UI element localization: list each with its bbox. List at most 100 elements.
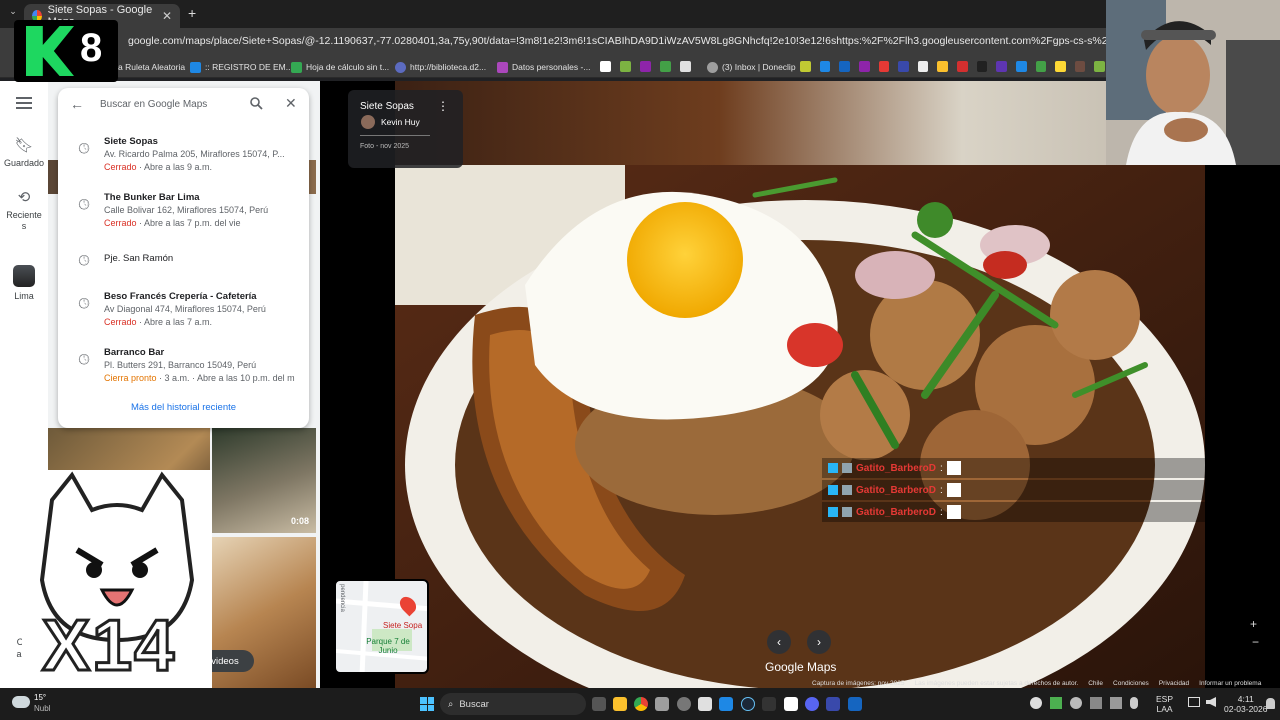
photo-top-strip — [395, 81, 1205, 165]
tray-icon[interactable] — [1030, 697, 1042, 709]
app-icon[interactable] — [719, 697, 733, 711]
url-field[interactable]: google.com/maps/place/Siete+Sopas/@-12.1… — [128, 35, 1108, 51]
bookmark-icon[interactable] — [1074, 61, 1086, 72]
bookmark-icon[interactable] — [660, 61, 671, 72]
bookmark-icon[interactable] — [640, 61, 651, 72]
bookmark-icon[interactable] — [976, 61, 988, 72]
bookmark-icon[interactable] — [937, 61, 948, 72]
prev-photo-button[interactable]: ‹ — [767, 630, 791, 654]
combo-counter: X14 — [40, 606, 177, 686]
app-icon[interactable] — [805, 697, 819, 711]
chat-line: Gatito_BarberoD : — [822, 480, 1205, 500]
tab-list-button[interactable]: ⌄ — [6, 6, 20, 20]
bookmark-icon[interactable] — [1015, 61, 1027, 72]
rail-recent[interactable]: ⟲ Reciente s — [0, 188, 48, 232]
minimap-street-label: pendencia — [338, 584, 345, 612]
more-options-icon[interactable]: ⋮ — [437, 99, 449, 113]
app-icon[interactable] — [848, 697, 862, 711]
bookmark-datos[interactable]: Datos personales -... — [497, 60, 590, 74]
clock-icon: 🕓︎ — [78, 252, 90, 268]
bookmark-icons-right[interactable] — [800, 61, 1105, 73]
bookmark-icon[interactable] — [898, 61, 909, 72]
system-icons[interactable] — [1188, 697, 1224, 711]
k8-logo: 8 — [14, 20, 118, 82]
bookmark-icon[interactable] — [1055, 61, 1066, 72]
bookmark-icon[interactable] — [600, 61, 611, 72]
search-icon[interactable] — [250, 97, 263, 110]
bookmark-icon[interactable] — [957, 61, 968, 72]
chrome-icon[interactable] — [634, 697, 648, 711]
app-icon[interactable] — [826, 697, 840, 711]
bookmark-icon[interactable] — [819, 61, 831, 72]
emote-icon — [946, 505, 961, 519]
bookmark-icon[interactable] — [680, 61, 691, 72]
bookmark-icon[interactable] — [996, 61, 1007, 72]
bookmark-icon[interactable] — [1035, 61, 1047, 72]
bookmark-icon[interactable] — [878, 61, 890, 72]
more-history-link[interactable]: Más del historial reciente — [58, 402, 309, 413]
steam-icon[interactable] — [741, 697, 755, 711]
microphone-icon[interactable] — [1130, 697, 1138, 709]
bookmark-inbox[interactable]: (3) Inbox | Doneclip — [707, 60, 796, 74]
notifications-icon[interactable] — [1266, 698, 1275, 709]
google-maps-brand: Google Maps — [765, 660, 837, 674]
back-arrow-icon[interactable]: ← — [70, 96, 84, 112]
bookmark-icon[interactable] — [917, 61, 929, 72]
history-item[interactable]: 🕓︎ Siete Sopas Av. Ricardo Palma 205, Mi… — [70, 136, 305, 176]
app-icon[interactable] — [698, 697, 712, 711]
new-tab-button[interactable]: + — [188, 5, 196, 21]
zoom-in-button[interactable]: + — [1250, 617, 1257, 631]
logo-number: 8 — [80, 26, 103, 70]
zoom-out-button[interactable]: − — [1252, 635, 1259, 649]
tray-icon[interactable] — [1110, 697, 1122, 709]
form-icon — [497, 61, 508, 73]
place-name[interactable]: Siete Sopas — [360, 101, 414, 112]
app-icon[interactable] — [762, 697, 776, 711]
app-icon[interactable] — [784, 697, 798, 711]
bookmark-hoja[interactable]: Hoja de cálculo sin t... — [291, 60, 389, 74]
badge-icon — [842, 507, 852, 517]
weather-icon[interactable] — [12, 696, 30, 708]
start-button[interactable] — [420, 697, 434, 711]
history-item[interactable]: 🕓︎ The Bunker Bar Lima Calle Bolivar 162… — [70, 192, 305, 232]
bookmark-icon[interactable] — [620, 61, 631, 72]
task-view-icon[interactable] — [592, 697, 606, 711]
bookmark-icon[interactable] — [800, 61, 811, 72]
app-icon[interactable] — [677, 697, 691, 711]
search-input[interactable]: Buscar en Google Maps — [100, 99, 240, 113]
bookmark-icons-left[interactable] — [600, 61, 700, 73]
tray-icon[interactable] — [1090, 697, 1102, 709]
taskbar-search[interactable]: ⌕ Buscar — [440, 693, 586, 715]
tray-icon[interactable] — [1070, 697, 1082, 709]
clock-icon: 🕓︎ — [78, 140, 90, 156]
history-item[interactable]: 🕓︎ Pje. San Ramón — [70, 252, 305, 269]
history-item[interactable]: 🕓︎ Beso Francés Crepería - Cafetería Av … — [70, 291, 305, 331]
network-icon — [1188, 697, 1200, 707]
tab-close-icon[interactable]: ✕ — [162, 9, 172, 23]
clock[interactable]: 4:11 02-03-2026 — [1224, 694, 1267, 714]
bookmark-icon[interactable] — [858, 61, 870, 72]
tray-icon[interactable] — [1050, 697, 1062, 709]
history-item[interactable]: 🕓︎ Barranco Bar Pl. Butters 291, Barranc… — [70, 347, 305, 387]
next-photo-button[interactable]: › — [807, 630, 831, 654]
bookmark-icon[interactable] — [839, 61, 850, 72]
author-name[interactable]: Kevin Huy — [381, 117, 420, 127]
app-icon[interactable] — [655, 697, 669, 711]
rail-saved[interactable]: 🔖︎ Guardado — [0, 136, 48, 168]
bookmark-registro[interactable]: :: REGISTRO DE EM... — [190, 60, 293, 74]
bookmark-ruleta[interactable]: a Ruleta Aleatoria — [118, 60, 185, 74]
language-indicator[interactable]: ESP LAA — [1156, 694, 1173, 714]
volume-icon — [1206, 697, 1216, 707]
rail-place-lima[interactable]: Lima — [0, 265, 48, 301]
bookmark-biblioteca[interactable]: http://biblioteca.d2... — [395, 60, 486, 74]
bookmark-icon[interactable] — [1094, 61, 1105, 72]
webcam-overlay — [1106, 0, 1280, 165]
author-avatar — [361, 115, 375, 129]
file-explorer-icon[interactable] — [613, 697, 627, 711]
viewer-right-edge — [1205, 81, 1280, 688]
close-icon[interactable]: ✕ — [285, 95, 297, 112]
menu-icon[interactable] — [16, 97, 32, 111]
minimap-place-label: Siete Sopa — [383, 621, 423, 630]
place-thumbnail — [13, 265, 35, 287]
inbox-icon — [707, 61, 718, 73]
